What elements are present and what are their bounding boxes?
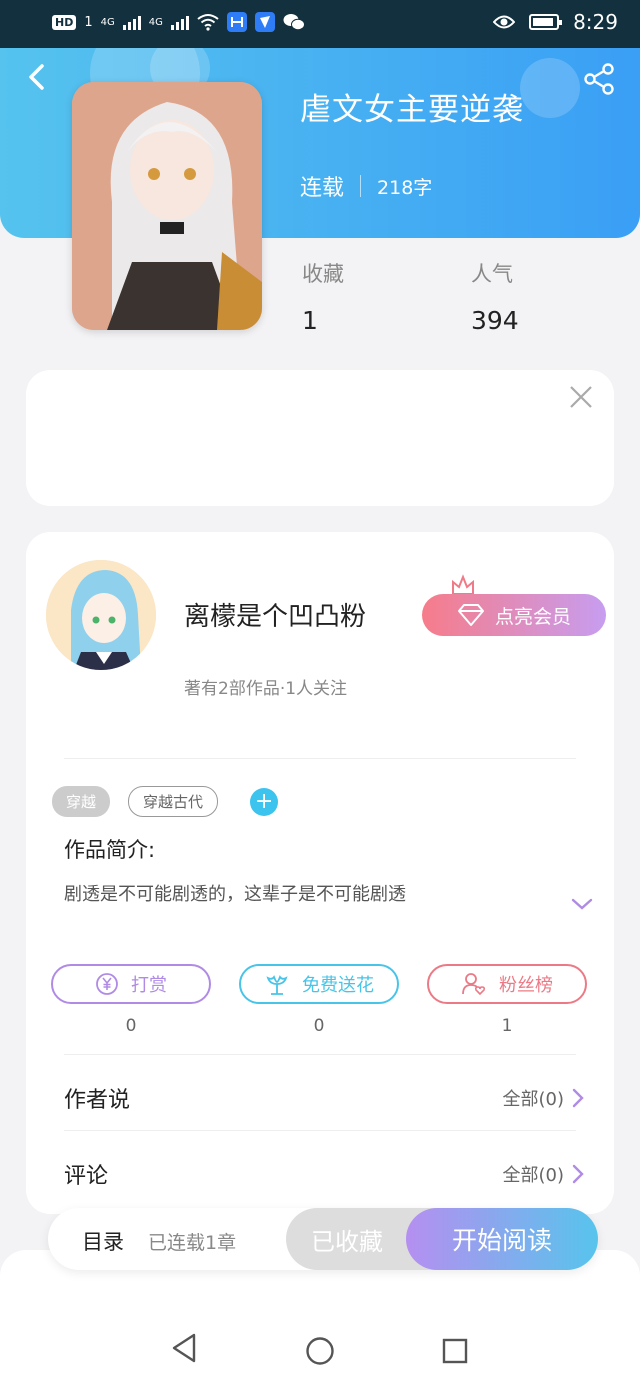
fan-ranking-button[interactable]: 粉丝榜	[427, 964, 587, 1004]
tip-label: 打赏	[131, 975, 167, 996]
user-heart-icon	[462, 973, 486, 996]
author-says-label: 作者说	[64, 1088, 131, 1113]
popularity-stat: 人气 394	[471, 258, 519, 335]
expand-chevron-icon[interactable]	[570, 896, 594, 912]
wifi-icon	[197, 14, 219, 31]
signal-icon-2	[170, 14, 189, 30]
flower-count: 0	[313, 1016, 325, 1036]
app-notification-icon	[226, 12, 247, 32]
hd-badge: HD	[52, 14, 77, 30]
popularity-label: 人气	[471, 262, 513, 286]
send-flower-label: 免费送花	[302, 975, 374, 996]
book-detail-card: 离檬是个凹凸粉 点亮会员 著有2部作品·1人关注 穿越 穿越古代 + 作品简介:…	[26, 532, 614, 1214]
fan-ranking-label: 粉丝榜	[499, 975, 553, 996]
intro-heading: 作品简介:	[64, 838, 156, 862]
signal-icon	[122, 14, 141, 30]
clock-time: 8:29	[573, 10, 618, 34]
send-flower-button[interactable]: 免费送花	[239, 964, 399, 1004]
activate-vip-button[interactable]: 点亮会员	[422, 594, 606, 636]
tag-chip[interactable]: 穿越	[52, 786, 111, 817]
tip-count: 0	[125, 1016, 137, 1036]
comments-row[interactable]: 评论 全部(0)	[64, 1154, 584, 1194]
book-title: 虐文女主要逆袭	[300, 92, 524, 128]
battery-icon	[529, 14, 563, 30]
divider	[64, 1054, 576, 1055]
nav-recents-icon[interactable]	[442, 1338, 468, 1364]
meta-divider	[360, 175, 362, 197]
sim-number: 1	[84, 14, 93, 30]
network-type-1: 4G	[100, 16, 115, 28]
flower-icon	[266, 975, 288, 995]
crown-icon	[452, 574, 474, 595]
app-notification-icon-2	[254, 12, 275, 32]
popularity-value: 394	[471, 306, 519, 335]
divider	[64, 1130, 576, 1131]
author-says-all: 全部(0)	[502, 1089, 565, 1110]
vip-label: 点亮会员	[494, 605, 571, 628]
add-tag-button[interactable]: +	[250, 787, 279, 816]
reading-action-bar: 目录 已连载1章 已收藏 开始阅读	[48, 1208, 598, 1270]
yuan-coin-icon	[96, 973, 118, 995]
favorites-value: 1	[302, 306, 318, 335]
nav-home-icon[interactable]	[305, 1336, 335, 1366]
tag-list: 穿越 穿越古代 +	[52, 786, 279, 817]
bottom-panel	[0, 1250, 640, 1387]
comments-all-link: 全部(0)	[503, 1161, 585, 1187]
chapter-count: 已连载1章	[148, 1232, 237, 1254]
chevron-right-icon	[572, 1164, 584, 1184]
author-says-row[interactable]: 作者说 全部(0)	[64, 1078, 584, 1118]
ad-card	[26, 370, 614, 506]
author-avatar[interactable]	[46, 560, 156, 670]
comments-label: 评论	[64, 1164, 109, 1189]
comments-all: 全部(0)	[502, 1165, 565, 1186]
author-says-all-link: 全部(0)	[503, 1085, 585, 1111]
book-meta: 连载 218字	[300, 170, 432, 202]
network-type-2: 4G	[148, 16, 163, 28]
author-info: 著有2部作品·1人关注	[184, 679, 348, 699]
eye-icon	[493, 15, 516, 29]
close-icon[interactable]	[568, 384, 594, 410]
start-reading-label: 开始阅读	[451, 1226, 552, 1255]
serial-status: 连载	[300, 176, 345, 201]
diamond-icon	[457, 604, 484, 626]
status-bar: HD 1 4G 4G 8:29	[0, 0, 640, 48]
tip-button[interactable]: 打赏	[51, 964, 211, 1004]
favorited-label: 已收藏	[311, 1227, 383, 1256]
book-cover[interactable]	[72, 82, 262, 330]
tag-chip[interactable]: 穿越古代	[128, 786, 219, 817]
wechat-icon	[283, 14, 305, 31]
favorites-stat: 收藏 1	[302, 258, 344, 335]
word-count: 218字	[377, 176, 433, 199]
cover-illustration	[72, 82, 262, 330]
divider	[64, 758, 576, 759]
intro-text: 剧透是不可能剧透的，这辈子是不可能剧透	[64, 884, 406, 905]
favorites-label: 收藏	[302, 262, 344, 286]
nav-back-icon[interactable]	[170, 1332, 198, 1364]
fan-count: 1	[501, 1016, 513, 1036]
share-icon[interactable]	[582, 62, 616, 96]
start-reading-button[interactable]: 开始阅读	[406, 1208, 598, 1270]
author-name[interactable]: 离檬是个凹凸粉	[184, 596, 366, 633]
chevron-right-icon	[572, 1088, 584, 1108]
table-of-contents-button[interactable]: 目录	[82, 1226, 124, 1256]
author-avatar-illustration	[46, 560, 156, 670]
back-arrow-icon[interactable]	[22, 62, 52, 92]
